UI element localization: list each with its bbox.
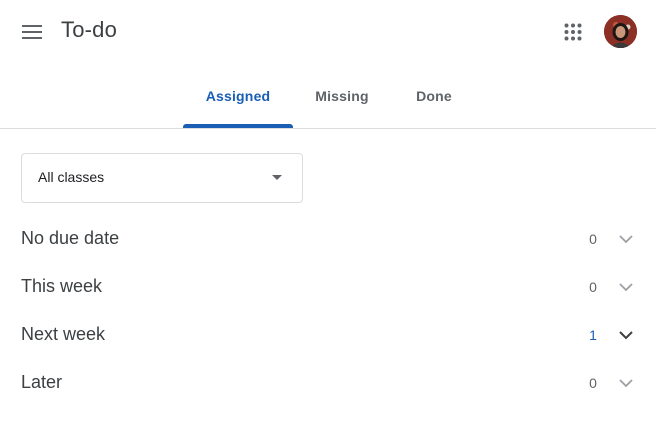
tabs-divider	[0, 128, 656, 129]
google-apps-button[interactable]	[555, 14, 591, 50]
chevron-down-icon[interactable]	[612, 225, 640, 253]
section-count: 0	[589, 231, 597, 247]
page-title: To-do	[61, 17, 118, 42]
chevron-down-icon[interactable]	[612, 321, 640, 349]
main-menu-button[interactable]	[14, 14, 50, 50]
tab-assigned[interactable]: Assigned	[183, 64, 293, 128]
chevron-down-icon[interactable]	[612, 273, 640, 301]
apps-grid-icon	[564, 23, 582, 41]
section-label: No due date	[21, 228, 120, 248]
dropdown-arrow-icon	[272, 175, 282, 180]
hamburger-menu-icon	[22, 25, 42, 39]
chevron-down-icon[interactable]	[612, 369, 640, 397]
section-next-week[interactable]: Next week 1	[0, 313, 656, 357]
section-label: This week	[21, 276, 103, 296]
section-count: 0	[589, 279, 597, 295]
section-count: 0	[589, 375, 597, 391]
section-no-due-date[interactable]: No due date 0	[0, 217, 656, 261]
top-bar: To-do	[0, 0, 656, 64]
tab-missing[interactable]: Missing	[300, 64, 384, 128]
section-label: Next week	[21, 324, 106, 344]
user-photo-icon	[604, 15, 637, 48]
account-avatar[interactable]	[604, 15, 637, 48]
todo-app: To-do Assigned Missing Done All classes …	[0, 0, 656, 444]
tab-done[interactable]: Done	[398, 64, 470, 128]
section-count: 1	[589, 327, 597, 343]
class-filter-value: All classes	[38, 169, 105, 185]
section-this-week[interactable]: This week 0	[0, 265, 656, 309]
section-later[interactable]: Later 0	[0, 361, 656, 405]
todo-tabs: Assigned Missing Done	[0, 64, 656, 128]
section-label: Later	[21, 372, 63, 392]
class-filter-dropdown[interactable]: All classes	[21, 153, 303, 203]
